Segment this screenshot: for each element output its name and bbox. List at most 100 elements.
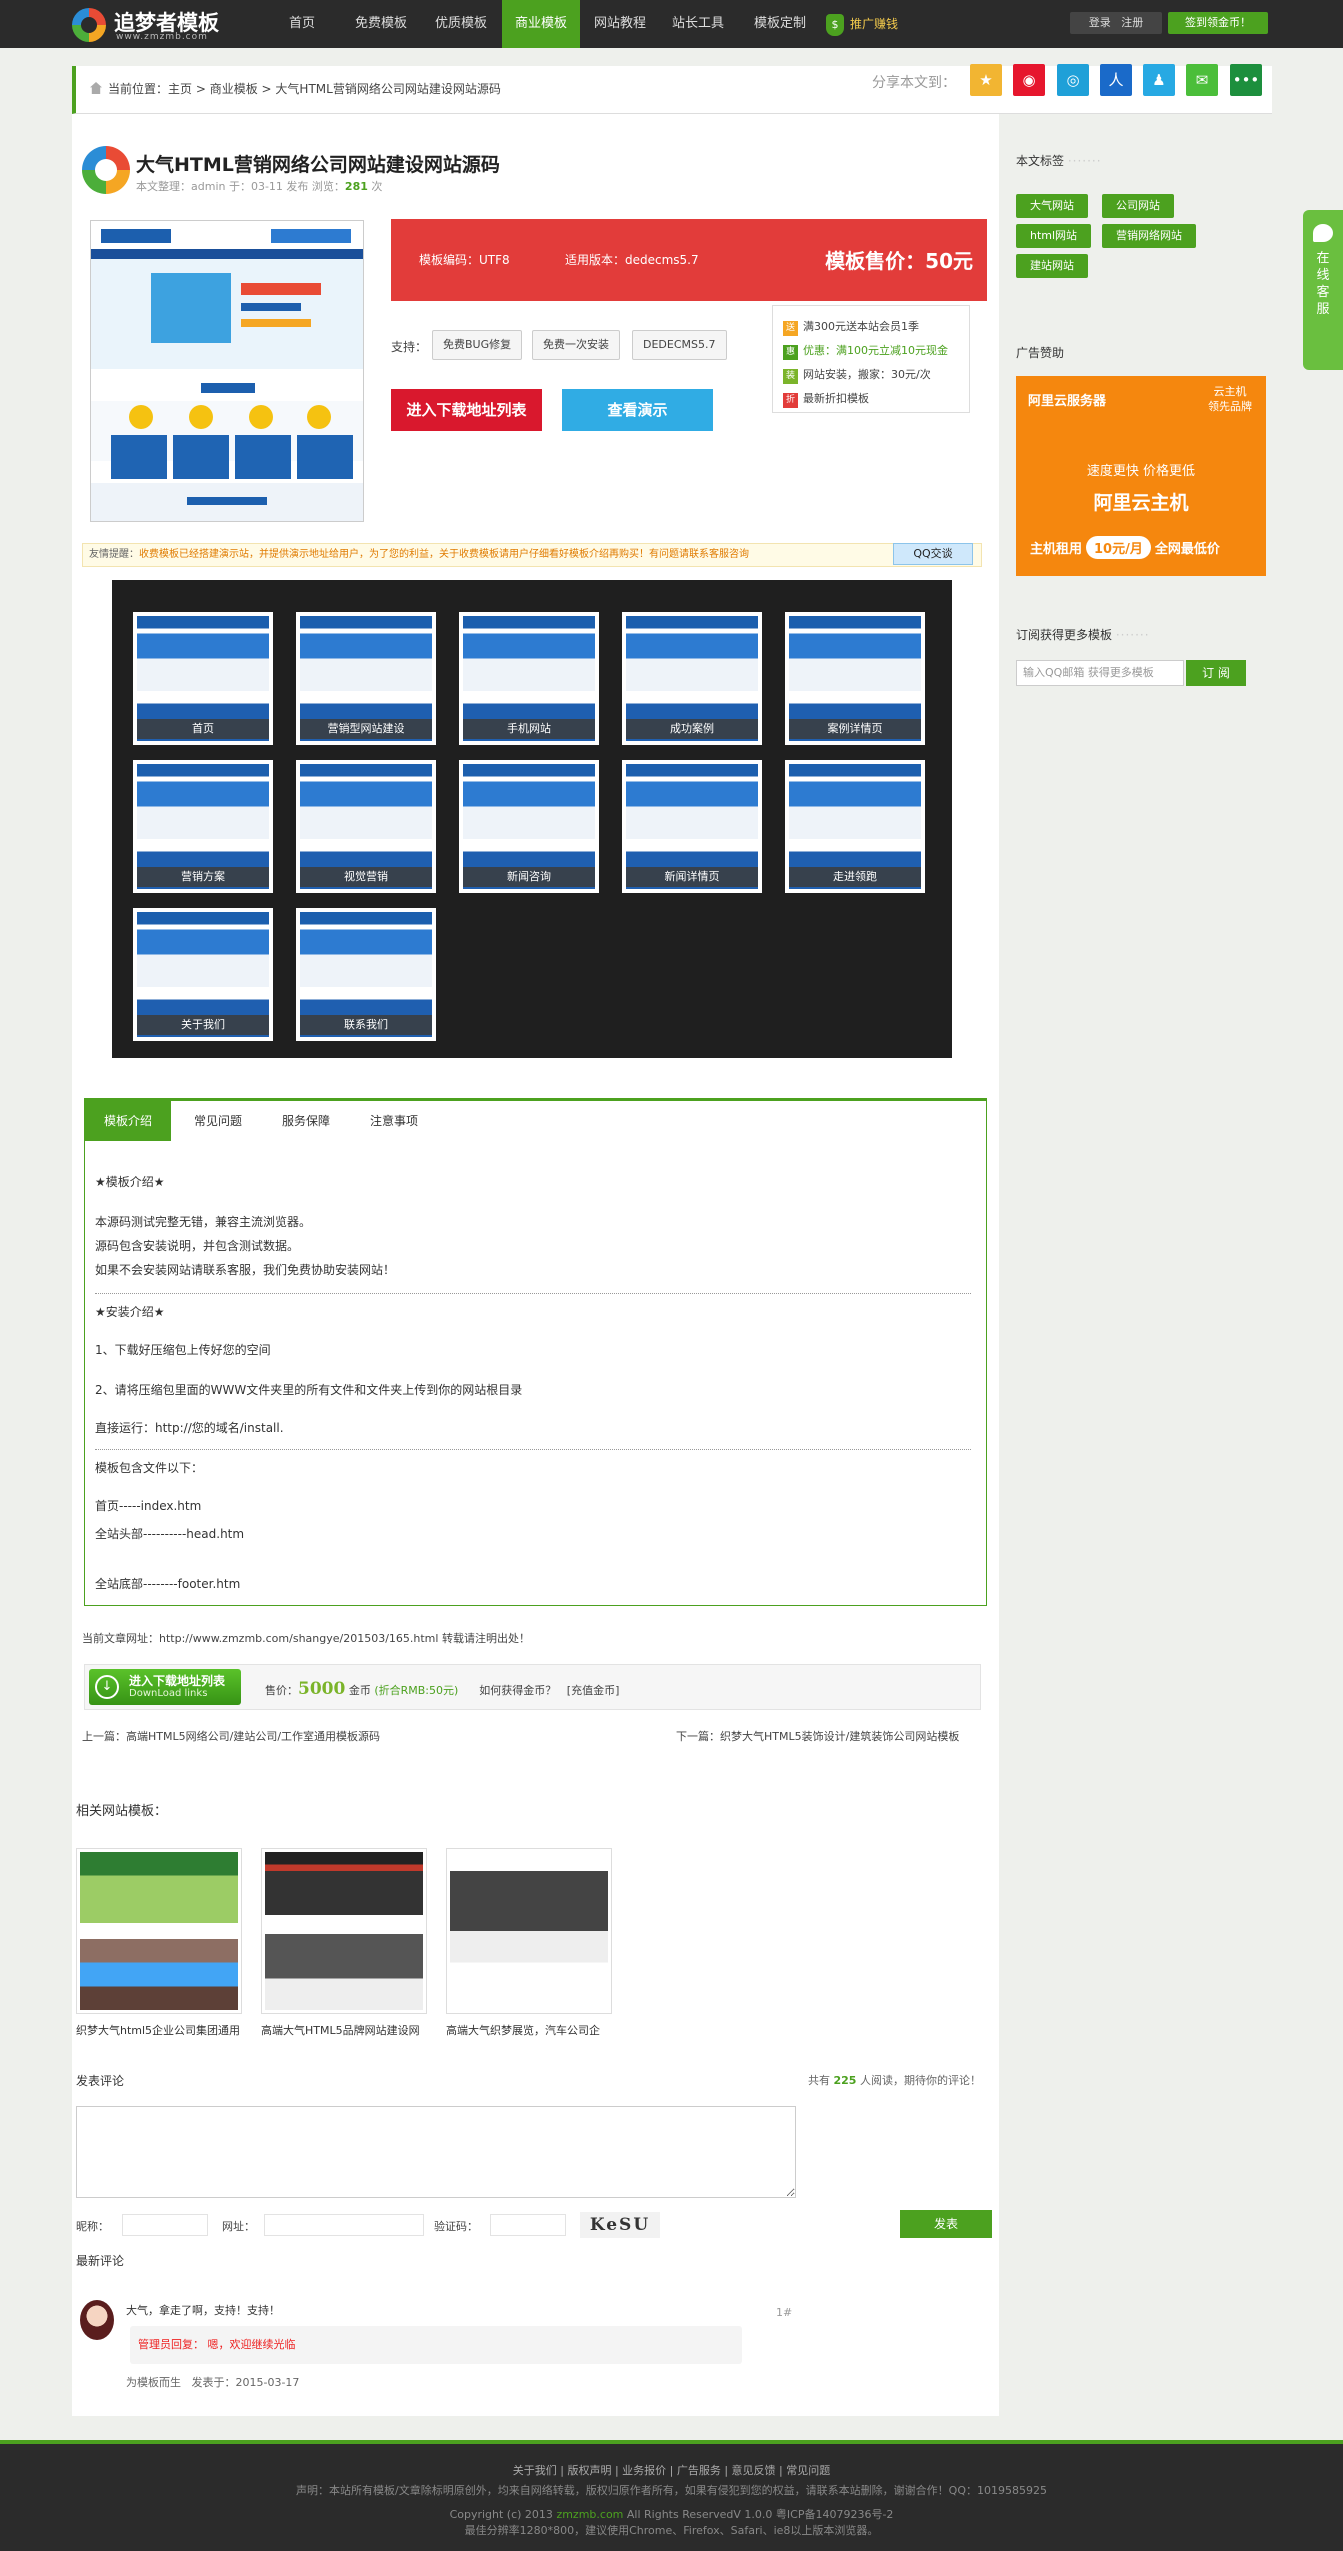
promo-item[interactable]: 惠优惠：满100元立减10元现金 xyxy=(783,342,948,360)
website-input[interactable] xyxy=(264,2214,424,2236)
site-logo[interactable]: 追梦者模板 www.zmzmb.com xyxy=(72,4,252,44)
download-links-button[interactable]: ↓ 进入下载地址列表 DownLoad links xyxy=(89,1669,241,1705)
gallery-item[interactable]: 成功案例 xyxy=(622,612,762,745)
files-heading: 模板包含文件以下： xyxy=(95,1461,204,1475)
top-navigation: 追梦者模板 www.zmzmb.com 首页 免费模板 优质模板 商业模板 网站… xyxy=(0,0,1343,48)
support-tag: 免费BUG修复 xyxy=(432,330,523,360)
gallery-item[interactable]: 关于我们 xyxy=(133,908,273,1041)
tag-link[interactable]: html网站 xyxy=(1016,224,1092,248)
chat-bubble-icon xyxy=(1313,224,1333,242)
download-price-info: 售价：5000 金币 (折合RMB:50元) 如何获得金币？ [充值金币] xyxy=(265,1679,620,1699)
product-title: 大气HTML营销网络公司网站建设网站源码 xyxy=(136,154,500,176)
promo-item[interactable]: 折最新折扣模板 xyxy=(783,390,869,408)
product-logo-icon xyxy=(82,146,130,194)
nickname-input[interactable] xyxy=(122,2214,208,2236)
nav-tutorials[interactable]: 网站教程 xyxy=(584,0,656,48)
promo-item[interactable]: 送满300元送本站会员1季 xyxy=(783,318,919,336)
product-thumbnail[interactable] xyxy=(90,220,364,522)
nav-quality-templates[interactable]: 优质模板 xyxy=(426,0,496,48)
recharge-link[interactable]: [充值金币] xyxy=(567,1684,620,1697)
captcha-image[interactable]: KeSU xyxy=(580,2212,660,2238)
breadcrumb-category[interactable]: 商业模板 xyxy=(210,82,258,96)
nav-home[interactable]: 首页 xyxy=(272,0,332,48)
gallery-item[interactable]: 联系我们 xyxy=(296,908,436,1041)
gallery-item[interactable]: 营销方案 xyxy=(133,760,273,893)
promotion-box: 送满300元送本站会员1季 惠优惠：满100元立减10元现金 装网站安装，搬家：… xyxy=(772,305,970,413)
tab-notes[interactable]: 注意事项 xyxy=(351,1101,437,1141)
breadcrumb-home[interactable]: 主页 xyxy=(168,82,192,96)
related-thumb[interactable] xyxy=(261,1848,427,2014)
gallery-item[interactable]: 新闻详情页 xyxy=(622,760,762,893)
breadcrumb-text: 当前位置：主页 > 商业模板 > 大气HTML营销网络公司网站建设网站源码 xyxy=(108,82,501,96)
qq-icon[interactable]: ♟ xyxy=(1143,64,1175,96)
download-arrow-icon: ↓ xyxy=(95,1675,119,1699)
how-get-gold-link[interactable]: 如何获得金币？ xyxy=(479,1684,556,1697)
gallery-item[interactable]: 首页 xyxy=(133,612,273,745)
qq-chat-button[interactable]: QQ交谈 xyxy=(893,543,973,565)
article-url-link[interactable]: http://www.zmzmb.com/shangye/201503/165.… xyxy=(159,1632,438,1645)
nav-commercial-templates[interactable]: 商业模板 xyxy=(502,0,580,48)
next-article-link[interactable]: 下一篇：织梦大气HTML5装饰设计/建筑装饰公司网站模板 xyxy=(676,1728,959,1744)
signin-coins-button[interactable]: 签到领金币！ xyxy=(1168,12,1268,34)
divider xyxy=(95,1293,971,1294)
comment-body: 大气，拿走了啊，支持！支持！ xyxy=(126,2304,280,2317)
gallery-item[interactable]: 走进领跑 xyxy=(785,760,925,893)
template-price: 模板售价：50元 xyxy=(825,249,973,273)
site-footer: 关于我们 | 版权声明 | 业务报价 | 广告服务 | 意见反馈 | 常见问题 … xyxy=(0,2440,1343,2551)
install-line: 2、请将压缩包里面的WWW文件夹里的所有文件和文件夹上传到你的网站根目录 xyxy=(95,1383,523,1397)
comment-textarea[interactable] xyxy=(76,2106,796,2198)
support-tag: 免费一次安装 xyxy=(532,330,620,360)
download-list-button[interactable]: 进入下载地址列表 xyxy=(391,389,542,431)
template-version: 适用版本：dedecms5.7 xyxy=(565,253,699,267)
comment-footer: 为模板而生 发表于：2015-03-17 xyxy=(126,2376,300,2389)
captcha-input[interactable] xyxy=(490,2214,566,2236)
related-caption[interactable]: 高端大气HTML5品牌网站建设网 xyxy=(261,2022,435,2038)
online-service-tab[interactable]: 在线客服 xyxy=(1303,210,1343,370)
submit-comment-button[interactable]: 发表 xyxy=(900,2210,992,2238)
gallery-item[interactable]: 手机网站 xyxy=(459,612,599,745)
footer-notice: 声明：本站所有模板/文章除标明原创外，均来自网络转载，版权归原作者所有，如果有侵… xyxy=(295,2484,1047,2497)
intro-line: 本源码测试完整无错，兼容主流浏览器。 xyxy=(95,1215,312,1229)
renren-icon[interactable]: 人 xyxy=(1100,64,1132,96)
related-thumb[interactable] xyxy=(76,1848,242,2014)
related-caption[interactable]: 织梦大气html5企业公司集团通用 xyxy=(76,2022,250,2038)
nav-custom-templates[interactable]: 模板定制 xyxy=(742,0,818,48)
gallery-item[interactable]: 视觉营销 xyxy=(296,760,436,893)
gallery-item[interactable]: 新闻咨询 xyxy=(459,760,599,893)
promote-earn-link[interactable]: $ 推广赚钱 xyxy=(826,8,898,40)
subscribe-email-input[interactable]: 输入QQ邮箱 获得更多模板 xyxy=(1016,660,1184,686)
footer-copyright: Copyright (c) 2013 zmzmb.com All Rights … xyxy=(449,2508,894,2521)
comment-count: 共有 225 人阅读，期待你的评论！ xyxy=(808,2074,981,2087)
tencent-weibo-icon[interactable]: ◎ xyxy=(1057,64,1089,96)
login-link[interactable]: 登录 xyxy=(1089,16,1111,29)
tag-link[interactable]: 营销网络网站 xyxy=(1102,224,1196,248)
comment-title: 发表评论 xyxy=(76,2074,125,2088)
tag-link[interactable]: 大气网站 xyxy=(1016,194,1088,218)
view-demo-button[interactable]: 查看演示 xyxy=(562,389,713,431)
related-thumb[interactable] xyxy=(446,1848,612,2014)
tab-faq[interactable]: 常见问题 xyxy=(175,1101,261,1141)
footer-links[interactable]: 关于我们 | 版权声明 | 业务报价 | 广告服务 | 意见反馈 | 常见问题 xyxy=(0,2462,1343,2478)
more-share-icon[interactable]: ••• xyxy=(1230,64,1262,96)
screenshot-gallery: 首页 营销型网站建设 手机网站 成功案例 案例详情页 营销方案 视觉营销 新闻咨… xyxy=(112,580,952,1058)
nav-webmaster-tools[interactable]: 站长工具 xyxy=(662,0,734,48)
related-caption[interactable]: 高端大气织梦展览，汽车公司企 xyxy=(446,2022,620,2038)
tag-link[interactable]: 建站网站 xyxy=(1016,254,1088,278)
nav-free-templates[interactable]: 免费模板 xyxy=(346,0,416,48)
previous-article-link[interactable]: 上一篇：高端HTML5网络公司/建站公司/工作室通用模板源码 xyxy=(82,1728,380,1744)
tab-service[interactable]: 服务保障 xyxy=(263,1101,349,1141)
footer-browser-note: 最佳分辨率1280*800，建议使用Chrome、Firefox、Safari、… xyxy=(464,2524,879,2537)
breadcrumb-current: 大气HTML营销网络公司网站建设网站源码 xyxy=(275,82,501,96)
wechat-icon[interactable]: ✉ xyxy=(1186,64,1218,96)
weibo-icon[interactable]: ◉ xyxy=(1013,64,1045,96)
gallery-item[interactable]: 营销型网站建设 xyxy=(296,612,436,745)
install-heading: ★安装介绍★ xyxy=(95,1305,165,1319)
tag-link[interactable]: 公司网站 xyxy=(1102,194,1174,218)
gallery-item[interactable]: 案例详情页 xyxy=(785,612,925,745)
subscribe-button[interactable]: 订 阅 xyxy=(1186,660,1246,686)
register-link[interactable]: 注册 xyxy=(1121,16,1143,29)
promo-item[interactable]: 装网站安装，搬家：30元/次 xyxy=(783,366,931,384)
tab-template-intro[interactable]: 模板介绍 xyxy=(85,1101,171,1141)
qzone-star-icon[interactable]: ★ xyxy=(970,64,1002,96)
aliyun-ad-banner[interactable]: 阿里云服务器 云主机 领先品牌 速度更快 价格更低 阿里云主机 主机租用 10元/月… xyxy=(1016,376,1266,576)
